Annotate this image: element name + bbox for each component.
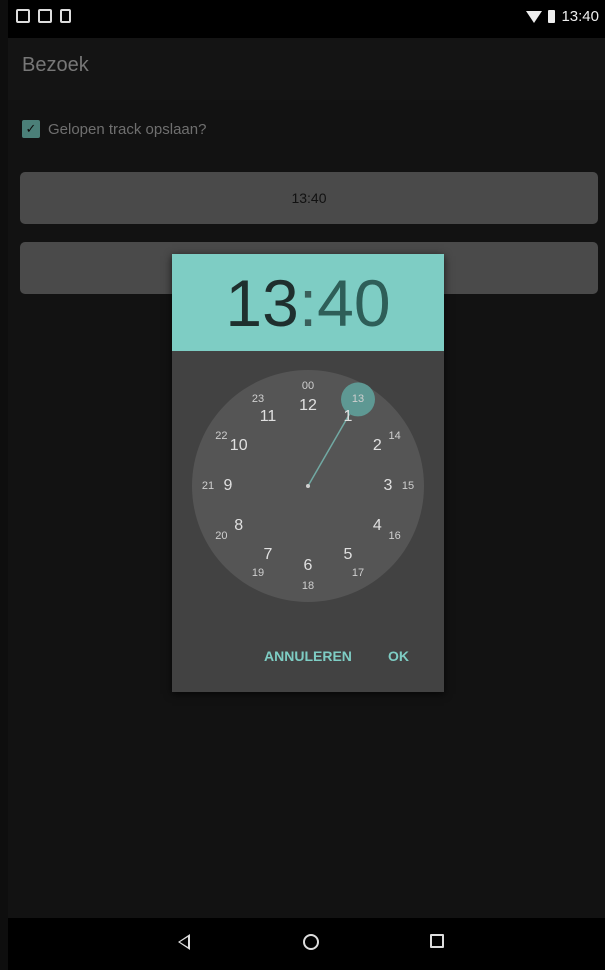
battery-icon bbox=[548, 10, 556, 23]
clock-hour-14[interactable]: 14 bbox=[388, 430, 400, 442]
minute-display[interactable]: 40 bbox=[317, 266, 390, 340]
time-picker-header: 13:40 bbox=[172, 254, 444, 351]
recent-apps-icon[interactable] bbox=[430, 934, 444, 948]
clock-hour-19[interactable]: 19 bbox=[252, 567, 264, 579]
clock-hour-22[interactable]: 22 bbox=[215, 430, 227, 442]
clock-hour-23[interactable]: 23 bbox=[252, 393, 264, 405]
gallery-icon bbox=[38, 9, 52, 23]
clock-hour-12[interactable]: 12 bbox=[299, 397, 317, 415]
clock-hour-17[interactable]: 17 bbox=[352, 567, 364, 579]
status-time: 13:40 bbox=[561, 8, 599, 25]
image-icon bbox=[16, 9, 30, 23]
clock-dial[interactable]: 12 1 2 3 4 5 6 7 8 9 10 11 00 13 14 15 16 17 18 19 20 21 22 23 bbox=[192, 370, 424, 602]
ok-button[interactable]: OK bbox=[388, 648, 409, 664]
wifi-icon bbox=[526, 10, 543, 23]
hour-display[interactable]: 13 bbox=[225, 266, 298, 340]
status-bar: 13:40 bbox=[8, 0, 605, 38]
save-track-checkbox[interactable]: ✓ bbox=[22, 120, 40, 138]
home-icon[interactable] bbox=[303, 934, 319, 950]
clock-center-dot bbox=[306, 484, 310, 488]
clock-hour-10[interactable]: 10 bbox=[230, 437, 248, 455]
screen: 13:40 Bezoek ✓ Gelopen track opslaan? 13… bbox=[8, 0, 605, 970]
dialog-actions: ANNULEREN OK bbox=[172, 648, 444, 670]
clock-hour-9[interactable]: 9 bbox=[224, 477, 233, 495]
time-picker-dialog: 13:40 12 1 2 3 4 5 6 7 8 9 10 11 00 13 14 15 16 17 18 19 20 2… bbox=[172, 254, 444, 692]
clock-hour-7[interactable]: 7 bbox=[264, 546, 273, 564]
clock-hour-18[interactable]: 18 bbox=[302, 580, 314, 592]
clock-hour-00[interactable]: 00 bbox=[302, 380, 314, 392]
clock-hour-8[interactable]: 8 bbox=[234, 517, 243, 535]
app-bar: Bezoek bbox=[8, 38, 605, 100]
clock-hour-5[interactable]: 5 bbox=[344, 546, 353, 564]
save-track-checkbox-row[interactable]: ✓ Gelopen track opslaan? bbox=[22, 120, 206, 138]
cancel-button[interactable]: ANNULEREN bbox=[264, 648, 352, 664]
app-title: Bezoek bbox=[22, 54, 89, 76]
nav-bar bbox=[8, 918, 605, 970]
clock-hour-4[interactable]: 4 bbox=[373, 517, 382, 535]
time-display: 13:40 bbox=[225, 265, 390, 341]
clock-hour-21[interactable]: 21 bbox=[202, 480, 214, 492]
time-separator: : bbox=[298, 265, 318, 340]
clock-hour-11[interactable]: 11 bbox=[260, 408, 277, 426]
clock-hour-1[interactable]: 1 bbox=[344, 408, 353, 426]
clock-hour-15[interactable]: 15 bbox=[402, 480, 414, 492]
back-icon[interactable] bbox=[178, 934, 190, 950]
clock-hour-6[interactable]: 6 bbox=[304, 557, 313, 575]
time-button[interactable]: 13:40 bbox=[20, 172, 598, 224]
clock-hour-16[interactable]: 16 bbox=[388, 530, 400, 542]
clock-hour-13[interactable]: 13 bbox=[352, 393, 364, 405]
clock-hour-2[interactable]: 2 bbox=[373, 437, 382, 455]
clock-hour-20[interactable]: 20 bbox=[215, 530, 227, 542]
save-track-label: Gelopen track opslaan? bbox=[48, 120, 207, 138]
clock-hour-3[interactable]: 3 bbox=[384, 477, 393, 495]
phone-icon bbox=[60, 9, 71, 23]
